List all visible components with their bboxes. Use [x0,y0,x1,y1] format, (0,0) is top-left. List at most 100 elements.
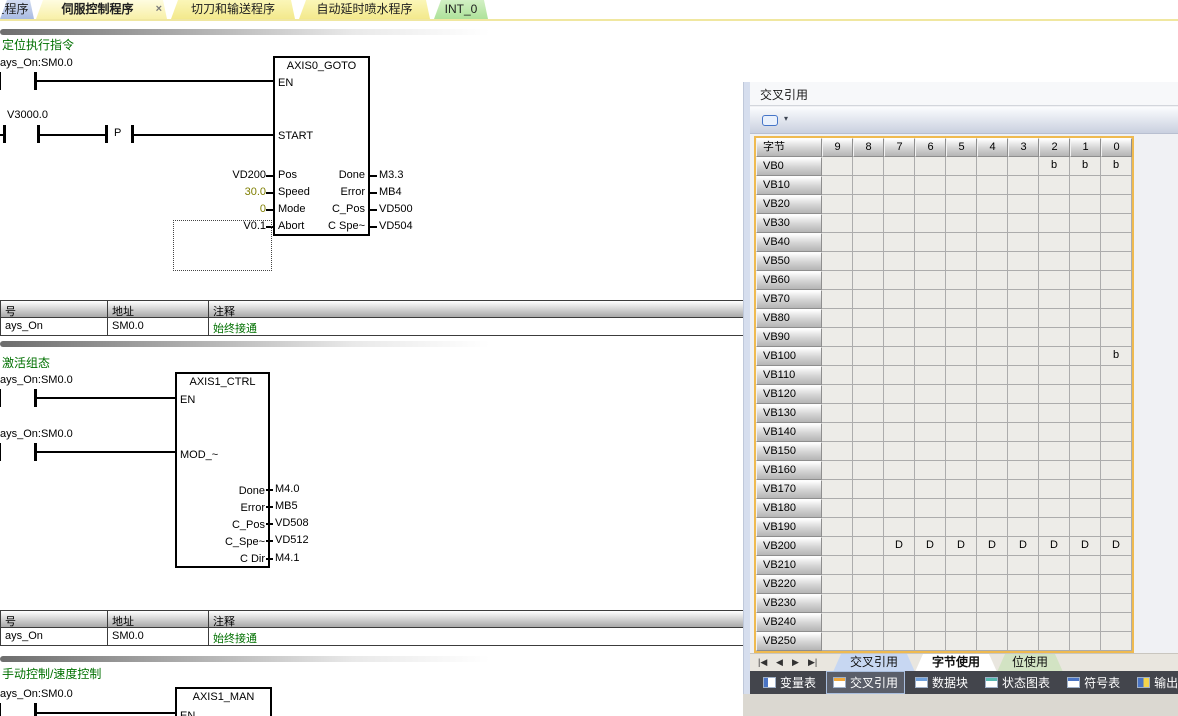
address-filter-icon[interactable] [762,115,778,126]
usage-cell[interactable] [1008,594,1039,613]
tab-servo-control-program[interactable]: 伺服控制程序 × [36,0,167,19]
usage-cell[interactable] [1101,499,1132,518]
usage-cell[interactable]: b [1101,347,1132,366]
usage-cell[interactable] [853,271,884,290]
operand-speed[interactable]: 30.0 [206,186,266,198]
prev-sheet-button[interactable]: ◀ [776,657,783,668]
usage-cell[interactable] [1070,423,1101,442]
usage-cell[interactable] [1101,632,1132,651]
usage-cell[interactable] [822,309,853,328]
usage-cell[interactable] [1039,556,1070,575]
first-sheet-button[interactable]: |◀ [758,657,767,668]
usage-cell[interactable] [946,309,977,328]
operand-mode[interactable]: 0 [206,203,266,215]
tab-cutter-conveyor-program[interactable]: 切刀和输送程序 [171,0,295,19]
usage-cell[interactable] [853,328,884,347]
usage-cell[interactable] [915,309,946,328]
usage-cell[interactable] [822,537,853,556]
usage-cell[interactable] [1039,347,1070,366]
usage-cell[interactable] [822,176,853,195]
usage-cell[interactable] [1070,461,1101,480]
usage-cell[interactable] [977,423,1008,442]
usage-cell[interactable] [1101,613,1132,632]
usage-cell[interactable] [946,423,977,442]
usage-cell[interactable] [822,347,853,366]
usage-cell[interactable] [946,480,977,499]
usage-cell[interactable] [946,214,977,233]
usage-cell[interactable] [946,157,977,176]
usage-cell[interactable] [822,480,853,499]
usage-cell[interactable] [1101,252,1132,271]
usage-cell[interactable] [822,423,853,442]
axis1-man-block[interactable]: AXIS1_MAN EN [175,687,272,716]
usage-cell[interactable] [1008,575,1039,594]
usage-cell[interactable] [1039,613,1070,632]
row-header[interactable]: VB70 [756,290,822,309]
usage-cell[interactable] [1008,404,1039,423]
usage-cell[interactable] [884,594,915,613]
usage-cell[interactable] [977,176,1008,195]
usage-cell[interactable] [853,347,884,366]
usage-cell[interactable] [977,157,1008,176]
usage-cell[interactable] [822,499,853,518]
row-header[interactable]: VB200 [756,537,822,556]
usage-cell[interactable] [915,556,946,575]
usage-cell[interactable] [1101,423,1132,442]
usage-cell[interactable] [915,290,946,309]
axis1-ctrl-block[interactable]: AXIS1_CTRL EN MOD_~ Done Error C_Pos C_S… [175,372,270,568]
usage-cell[interactable] [1008,366,1039,385]
usage-cell[interactable] [1070,404,1101,423]
usage-cell[interactable] [915,461,946,480]
usage-cell[interactable]: D [884,537,915,556]
usage-cell[interactable] [946,518,977,537]
row-header[interactable]: VB50 [756,252,822,271]
usage-cell[interactable] [853,556,884,575]
usage-cell[interactable] [977,366,1008,385]
usage-cell[interactable] [946,632,977,651]
usage-cell[interactable] [853,575,884,594]
usage-cell[interactable] [1008,157,1039,176]
usage-cell[interactable] [1008,347,1039,366]
usage-cell[interactable] [853,518,884,537]
usage-cell[interactable] [915,214,946,233]
usage-cell[interactable] [822,556,853,575]
panel-splitter[interactable] [743,82,750,694]
usage-cell[interactable] [1039,214,1070,233]
usage-cell[interactable] [1008,499,1039,518]
usage-cell[interactable] [1101,233,1132,252]
usage-cell[interactable] [1070,252,1101,271]
close-icon[interactable]: × [156,0,162,19]
usage-cell[interactable] [1101,518,1132,537]
row-header[interactable]: VB190 [756,518,822,537]
usage-cell[interactable] [977,575,1008,594]
usage-cell[interactable] [946,252,977,271]
usage-cell[interactable] [977,442,1008,461]
usage-cell[interactable] [1039,480,1070,499]
usage-cell[interactable] [884,347,915,366]
usage-cell[interactable] [915,594,946,613]
usage-cell[interactable] [915,157,946,176]
usage-cell[interactable] [884,632,915,651]
usage-cell[interactable] [1101,195,1132,214]
row-header[interactable]: VB170 [756,480,822,499]
usage-cell[interactable] [884,290,915,309]
usage-cell[interactable] [822,271,853,290]
view-button-output-window[interactable]: 输出 [1130,671,1178,694]
usage-cell[interactable] [946,442,977,461]
usage-cell[interactable] [853,461,884,480]
usage-cell[interactable] [822,594,853,613]
usage-cell[interactable] [822,385,853,404]
usage-cell[interactable] [915,328,946,347]
usage-cell[interactable] [853,442,884,461]
usage-cell[interactable] [1070,499,1101,518]
usage-cell[interactable] [822,157,853,176]
usage-cell[interactable] [1039,271,1070,290]
usage-cell[interactable] [977,385,1008,404]
usage-cell[interactable] [977,632,1008,651]
usage-cell[interactable] [822,404,853,423]
usage-cell[interactable] [884,157,915,176]
usage-cell[interactable] [884,423,915,442]
usage-cell[interactable] [977,328,1008,347]
usage-cell[interactable] [1101,556,1132,575]
usage-cell[interactable] [884,195,915,214]
